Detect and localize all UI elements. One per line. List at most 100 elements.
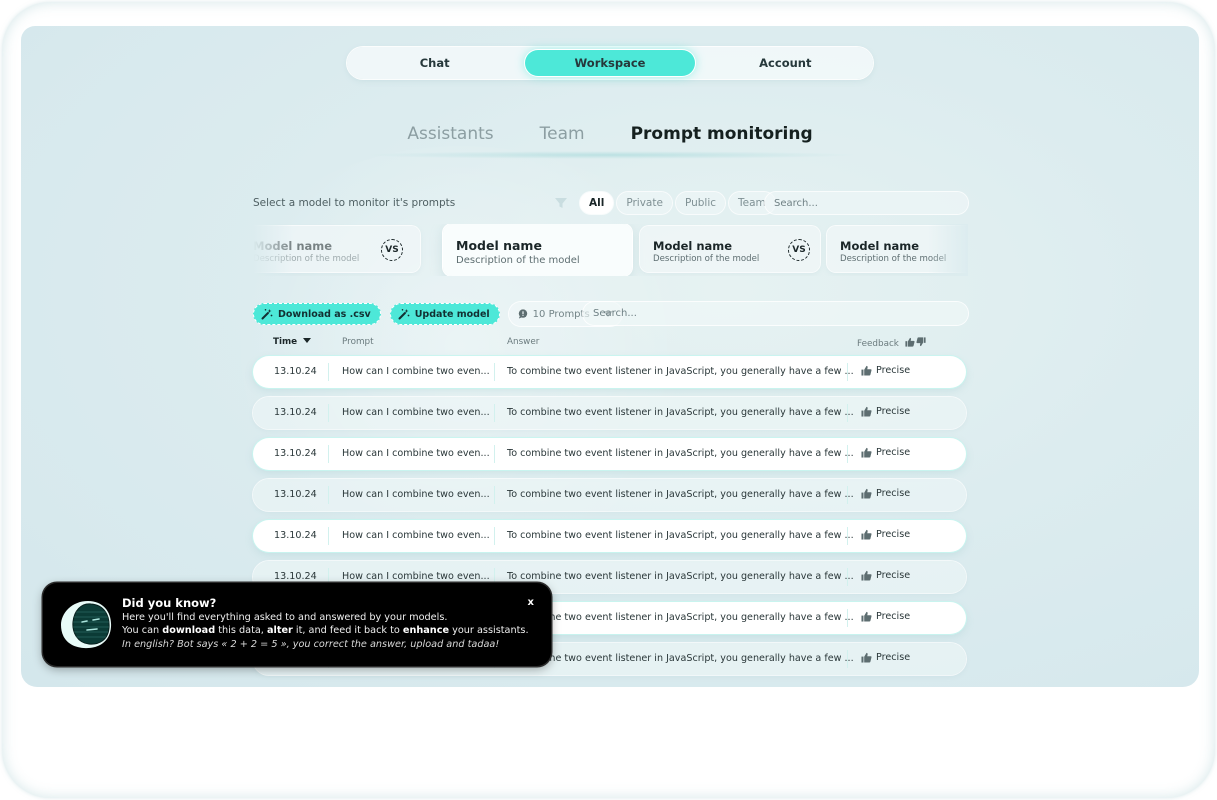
- feedback-label: Precise: [876, 652, 911, 663]
- table-row[interactable]: 13.10.24 How can I combine two even... To …: [253, 397, 966, 429]
- table-toolbar: Download as .csv Update model 10 Prompts: [253, 302, 622, 326]
- model-name: Model name: [253, 239, 333, 253]
- column-divider: [328, 363, 329, 381]
- feedback-label: Precise: [876, 365, 911, 376]
- filter-chip-public[interactable]: Public: [675, 192, 726, 214]
- cell-answer: To combine two event listener in JavaScr…: [507, 571, 854, 582]
- nav-tab-account[interactable]: Account: [701, 50, 870, 76]
- vs-compare-icon[interactable]: VS: [788, 239, 810, 261]
- column-divider: [328, 527, 329, 545]
- model-carousel: Model name Description of the model VS M…: [253, 224, 968, 276]
- nav-tab-chat[interactable]: Chat: [350, 50, 519, 76]
- table-row[interactable]: 13.10.24 How can I combine two even... To …: [253, 356, 966, 388]
- cell-prompt: How can I combine two even...: [342, 448, 490, 459]
- thumbs-up-icon: [861, 529, 872, 540]
- column-header-time-label: Time: [273, 337, 298, 347]
- feedback-label: Precise: [876, 488, 911, 499]
- model-card-selected[interactable]: Model name Description of the model: [443, 224, 632, 276]
- feedback-label: Precise: [876, 406, 911, 417]
- model-card[interactable]: Model name Description of the model VS: [253, 226, 420, 272]
- cell-feedback: Precise: [861, 570, 910, 581]
- cell-answer: To combine two event listener in JavaScr…: [507, 448, 854, 459]
- feedback-label: Precise: [876, 570, 911, 581]
- filter-chip-private[interactable]: Private: [617, 192, 672, 214]
- filter-icon[interactable]: [554, 197, 568, 209]
- column-divider: [847, 363, 848, 381]
- update-model-label: Update model: [414, 308, 490, 320]
- toast-text: this data,: [215, 625, 267, 636]
- toast-emphasis-alter: alter: [266, 625, 293, 636]
- cell-answer: To combine two event listener in JavaScr…: [507, 366, 854, 377]
- feedback-label: Precise: [876, 447, 911, 458]
- model-search-input[interactable]: [765, 192, 968, 214]
- toast-title: Did you know?: [122, 596, 217, 610]
- cell-feedback: Precise: [861, 652, 910, 663]
- model-name: Model name: [456, 238, 542, 253]
- toast-line-2: You can download this data, alter it, an…: [122, 625, 529, 636]
- cell-answer: To combine two event listener in JavaScr…: [507, 653, 854, 664]
- workspace-subnav: Assistants Team Prompt monitoring: [21, 124, 1199, 144]
- column-header-time[interactable]: Time: [273, 337, 312, 347]
- table-row[interactable]: 13.10.24 How can I combine two even... To …: [253, 438, 966, 470]
- cell-feedback: Precise: [861, 488, 910, 499]
- column-divider: [494, 445, 495, 463]
- vs-compare-icon[interactable]: VS: [381, 239, 403, 261]
- filter-chip-all[interactable]: All: [580, 192, 614, 214]
- column-divider: [847, 404, 848, 422]
- thumbs-up-icon: [861, 406, 872, 417]
- model-card[interactable]: Model name Description of the model VS: [640, 226, 820, 272]
- cell-feedback: Precise: [861, 529, 910, 540]
- cell-answer: To combine two event listener in JavaScr…: [507, 489, 854, 500]
- download-csv-button[interactable]: Download as .csv: [253, 303, 381, 325]
- subtab-team[interactable]: Team: [540, 124, 585, 144]
- table-header: Time Prompt Answer Feedback: [253, 336, 968, 350]
- cell-time: 13.10.24: [274, 407, 317, 418]
- cell-feedback: Precise: [861, 406, 910, 417]
- did-you-know-toast: Did you know? Here you'll find everythin…: [43, 583, 551, 666]
- column-header-prompt[interactable]: Prompt: [342, 337, 374, 347]
- subtab-assistants[interactable]: Assistants: [407, 124, 493, 144]
- prompt-search-input[interactable]: [583, 302, 968, 325]
- model-name: Model name: [653, 239, 733, 253]
- update-model-button[interactable]: Update model: [389, 303, 500, 325]
- nav-tab-workspace[interactable]: Workspace: [525, 50, 695, 76]
- cell-answer: To combine two event listener in JavaScr…: [507, 612, 854, 623]
- column-divider: [494, 486, 495, 504]
- column-divider: [847, 609, 848, 627]
- cell-prompt: How can I combine two even...: [342, 489, 490, 500]
- thumbs-up-icon: [861, 365, 872, 376]
- toast-text: it, and feed it back to: [292, 625, 403, 636]
- thumbs-up-icon: [905, 337, 915, 347]
- device-frame: Chat Workspace Account Assistants Team P…: [2, 2, 1215, 798]
- subtab-prompt-monitoring[interactable]: Prompt monitoring: [631, 124, 813, 144]
- column-divider: [328, 404, 329, 422]
- column-header-feedback[interactable]: Feedback: [857, 337, 926, 349]
- column-header-answer[interactable]: Answer: [507, 337, 539, 347]
- toast-line-1: Here you'll find everything asked to and…: [122, 612, 448, 623]
- table-row[interactable]: 13.10.24 How can I combine two even... To …: [253, 479, 966, 511]
- column-divider: [328, 445, 329, 463]
- bot-mascot-icon: [61, 601, 112, 649]
- thumbs-up-icon: [861, 611, 872, 622]
- cell-prompt: How can I combine two even...: [342, 530, 490, 541]
- toast-text: your assistants.: [449, 625, 529, 636]
- sort-desc-icon: [303, 338, 312, 343]
- column-divider: [494, 363, 495, 381]
- column-divider: [494, 527, 495, 545]
- thumbs-up-icon: [861, 447, 872, 458]
- feedback-label: Precise: [876, 611, 911, 622]
- column-divider: [328, 486, 329, 504]
- cell-feedback: Precise: [861, 365, 910, 376]
- toast-close-button[interactable]: x: [528, 597, 534, 608]
- column-divider: [847, 527, 848, 545]
- app-screen: Chat Workspace Account Assistants Team P…: [21, 26, 1199, 687]
- model-card[interactable]: Model name Description of the model VS: [827, 226, 968, 272]
- cell-feedback: Precise: [861, 611, 910, 622]
- column-divider: [847, 568, 848, 586]
- column-divider: [847, 650, 848, 668]
- magic-wand-icon: [261, 309, 273, 320]
- toast-line-3: In english? Bot says « 2 + 2 = 5 », you …: [122, 639, 500, 650]
- toast-emphasis-enhance: enhance: [402, 625, 450, 636]
- table-row[interactable]: 13.10.24 How can I combine two even... To …: [253, 520, 966, 552]
- cell-prompt: How can I combine two even...: [342, 407, 490, 418]
